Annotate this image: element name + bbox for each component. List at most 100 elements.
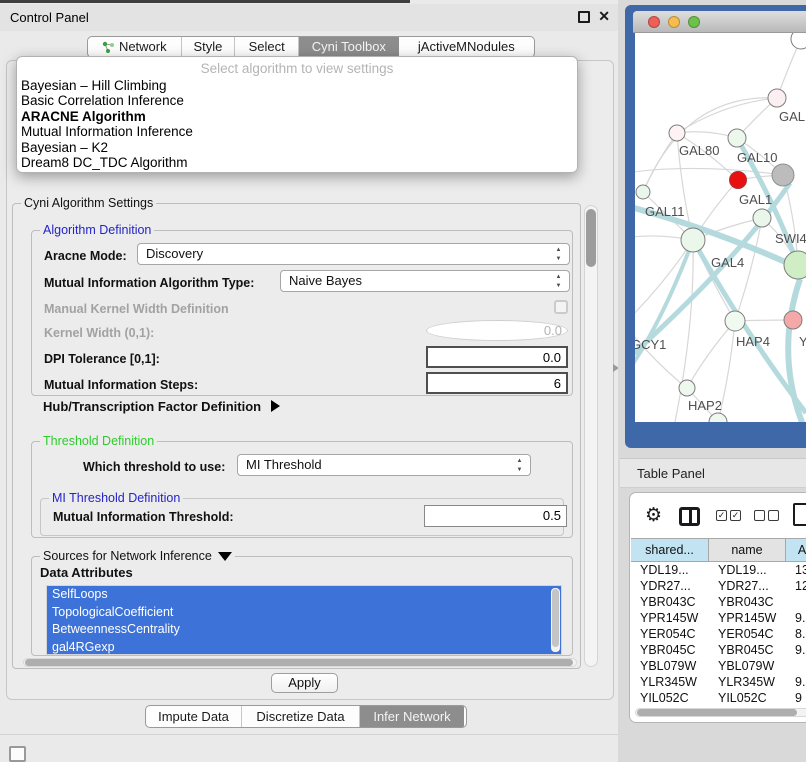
attribute-list-item[interactable]: gal4RGexp [47,639,561,656]
dropdown-item[interactable]: ARACNE Algorithm [19,109,575,124]
network-node[interactable] [669,125,685,141]
which-threshold-label: Which threshold to use: [83,460,225,474]
network-node[interactable] [784,311,802,329]
hub-definition-label: Hub/Transcription Factor Definition [43,399,261,414]
aracne-mode-value: Discovery [146,246,203,261]
algorithm-definition-title: Algorithm Definition [40,223,154,237]
network-node[interactable] [753,209,771,227]
mi-steps-input[interactable]: 6 [426,372,568,394]
table-column-header[interactable]: name [709,538,786,562]
kernel-width-input[interactable]: 0.0 [426,320,568,341]
table-row[interactable]: YPR145WYPR145W9. [631,610,806,626]
network-window-titlebar[interactable] [633,11,806,33]
network-edge-thick[interactable] [788,279,803,422]
aracne-mode-select[interactable]: Discovery ▲▼ [137,243,570,265]
table-row[interactable]: YDL19...YDL19...13 [631,562,806,578]
network-node[interactable] [728,129,746,147]
unchecked-checkbox-icon[interactable] [768,510,779,521]
sources-group-title: Sources for Network Inference [40,549,235,563]
attribute-list-item[interactable]: TopologicalCoefficient [47,604,561,622]
document-icon[interactable] [793,503,806,526]
table-cell: 9. [786,674,806,690]
dropdown-item[interactable]: Basic Correlation Inference [19,93,575,108]
network-edge[interactable] [635,168,783,175]
table-cell: 9 [786,690,806,702]
which-threshold-select[interactable]: MI Threshold ▲▼ [237,454,531,476]
settings-group-title: Cyni Algorithm Settings [21,196,156,210]
settings-vscrollbar[interactable] [584,205,598,667]
close-panel-icon[interactable]: ✕ [598,8,610,25]
list-scrollbar[interactable] [551,588,560,652]
network-node[interactable] [784,251,806,279]
dropdown-item[interactable]: Mutual Information Inference [19,124,575,139]
window-top-border [0,0,410,3]
apply-button[interactable]: Apply [271,673,338,693]
float-panel-icon[interactable] [578,11,590,23]
mi-type-select[interactable]: Naive Bayes ▲▼ [280,270,570,292]
dropdown-item[interactable]: Bayesian – K2 [19,140,575,155]
minimized-panel-icon[interactable] [9,746,26,762]
settings-hscrollbar-thumb[interactable] [25,659,573,666]
table-row[interactable]: YDR27...YDR27...12 [631,578,806,594]
mac-zoom-button[interactable] [688,16,700,28]
table-cell: YIL052C [631,690,709,702]
mi-threshold-input[interactable]: 0.5 [424,505,567,527]
network-node[interactable] [791,33,806,49]
settings-hscrollbar[interactable] [23,658,577,667]
tab-network[interactable]: Network [88,37,182,57]
table-column-header[interactable]: A [786,538,806,562]
network-edge[interactable] [635,323,687,388]
table-hscrollbar-thumb[interactable] [637,709,797,716]
tab-select[interactable]: Select [235,37,299,57]
table-row[interactable]: YLR345WYLR345W9. [631,674,806,690]
dropdown-item[interactable]: Bayesian – Hill Climbing [19,78,575,93]
list-scrollbar-thumb[interactable] [552,589,559,647]
dropdown-item[interactable]: Dream8 DC_TDC Algorithm [19,155,575,170]
columns-icon[interactable] [679,507,700,526]
data-attributes-list[interactable]: SelfLoopsTopologicalCoefficientBetweenne… [46,585,562,655]
table-cell: YBR045C [631,642,709,658]
network-node[interactable] [768,89,786,107]
network-node[interactable] [772,164,794,186]
table-cell: YPR145W [709,610,786,626]
hub-definition-toggle[interactable]: Hub/Transcription Factor Definition [43,399,280,414]
table-column-header[interactable]: shared... [631,538,709,562]
tab-jactivemnodules[interactable]: jActiveMNodules [399,37,534,57]
table-cell: YDR27... [709,578,786,594]
which-threshold-value: MI Threshold [246,457,322,472]
aracne-mode-label: Aracne Mode: [44,249,127,263]
dpi-tolerance-input[interactable]: 0.0 [426,346,568,368]
table-row[interactable]: YBR045CYBR045C9. [631,642,806,658]
network-node[interactable] [636,185,650,199]
tab-infer-network[interactable]: Infer Network [360,706,464,727]
network-node[interactable] [679,380,695,396]
tab-style[interactable]: Style [182,37,236,57]
table-cell: 12 [786,578,806,594]
manual-kernel-checkbox[interactable] [554,300,568,314]
network-canvas[interactable]: GALGAL80GAL10GAL1GAL11SWI4GAL4HAP4YGCY1H… [635,33,806,422]
stepper-arrows-icon: ▲▼ [515,458,524,474]
network-edge[interactable] [643,133,677,192]
mac-minimize-button[interactable] [668,16,680,28]
tab-cyni-toolbox[interactable]: Cyni Toolbox [299,37,399,57]
table-row[interactable]: YIL052CYIL052C9 [631,690,806,702]
checked-checkbox-icon[interactable]: ✓ [716,510,727,521]
mac-close-button[interactable] [648,16,660,28]
attribute-list-item[interactable]: SelfLoops [47,586,561,604]
attribute-list-item[interactable]: BetweennessCentrality [47,621,561,639]
table-row[interactable]: YER054CYER054C8. [631,626,806,642]
network-node[interactable] [725,311,745,331]
tab-impute-data[interactable]: Impute Data [146,706,242,727]
table-hscrollbar[interactable] [635,708,806,717]
network-node[interactable] [730,172,747,189]
gear-icon[interactable]: ⚙ [645,504,662,526]
settings-vscrollbar-thumb[interactable] [586,209,596,267]
unchecked-checkbox-icon[interactable] [754,510,765,521]
network-edge[interactable] [677,98,777,133]
network-node[interactable] [681,228,705,252]
checked-checkbox-icon[interactable]: ✓ [730,510,741,521]
tab-discretize-data[interactable]: Discretize Data [242,706,360,727]
table-row[interactable]: YBL079WYBL079W [631,658,806,674]
table-row[interactable]: YBR043CYBR043C [631,594,806,610]
collapsed-arrow-icon [271,400,280,412]
